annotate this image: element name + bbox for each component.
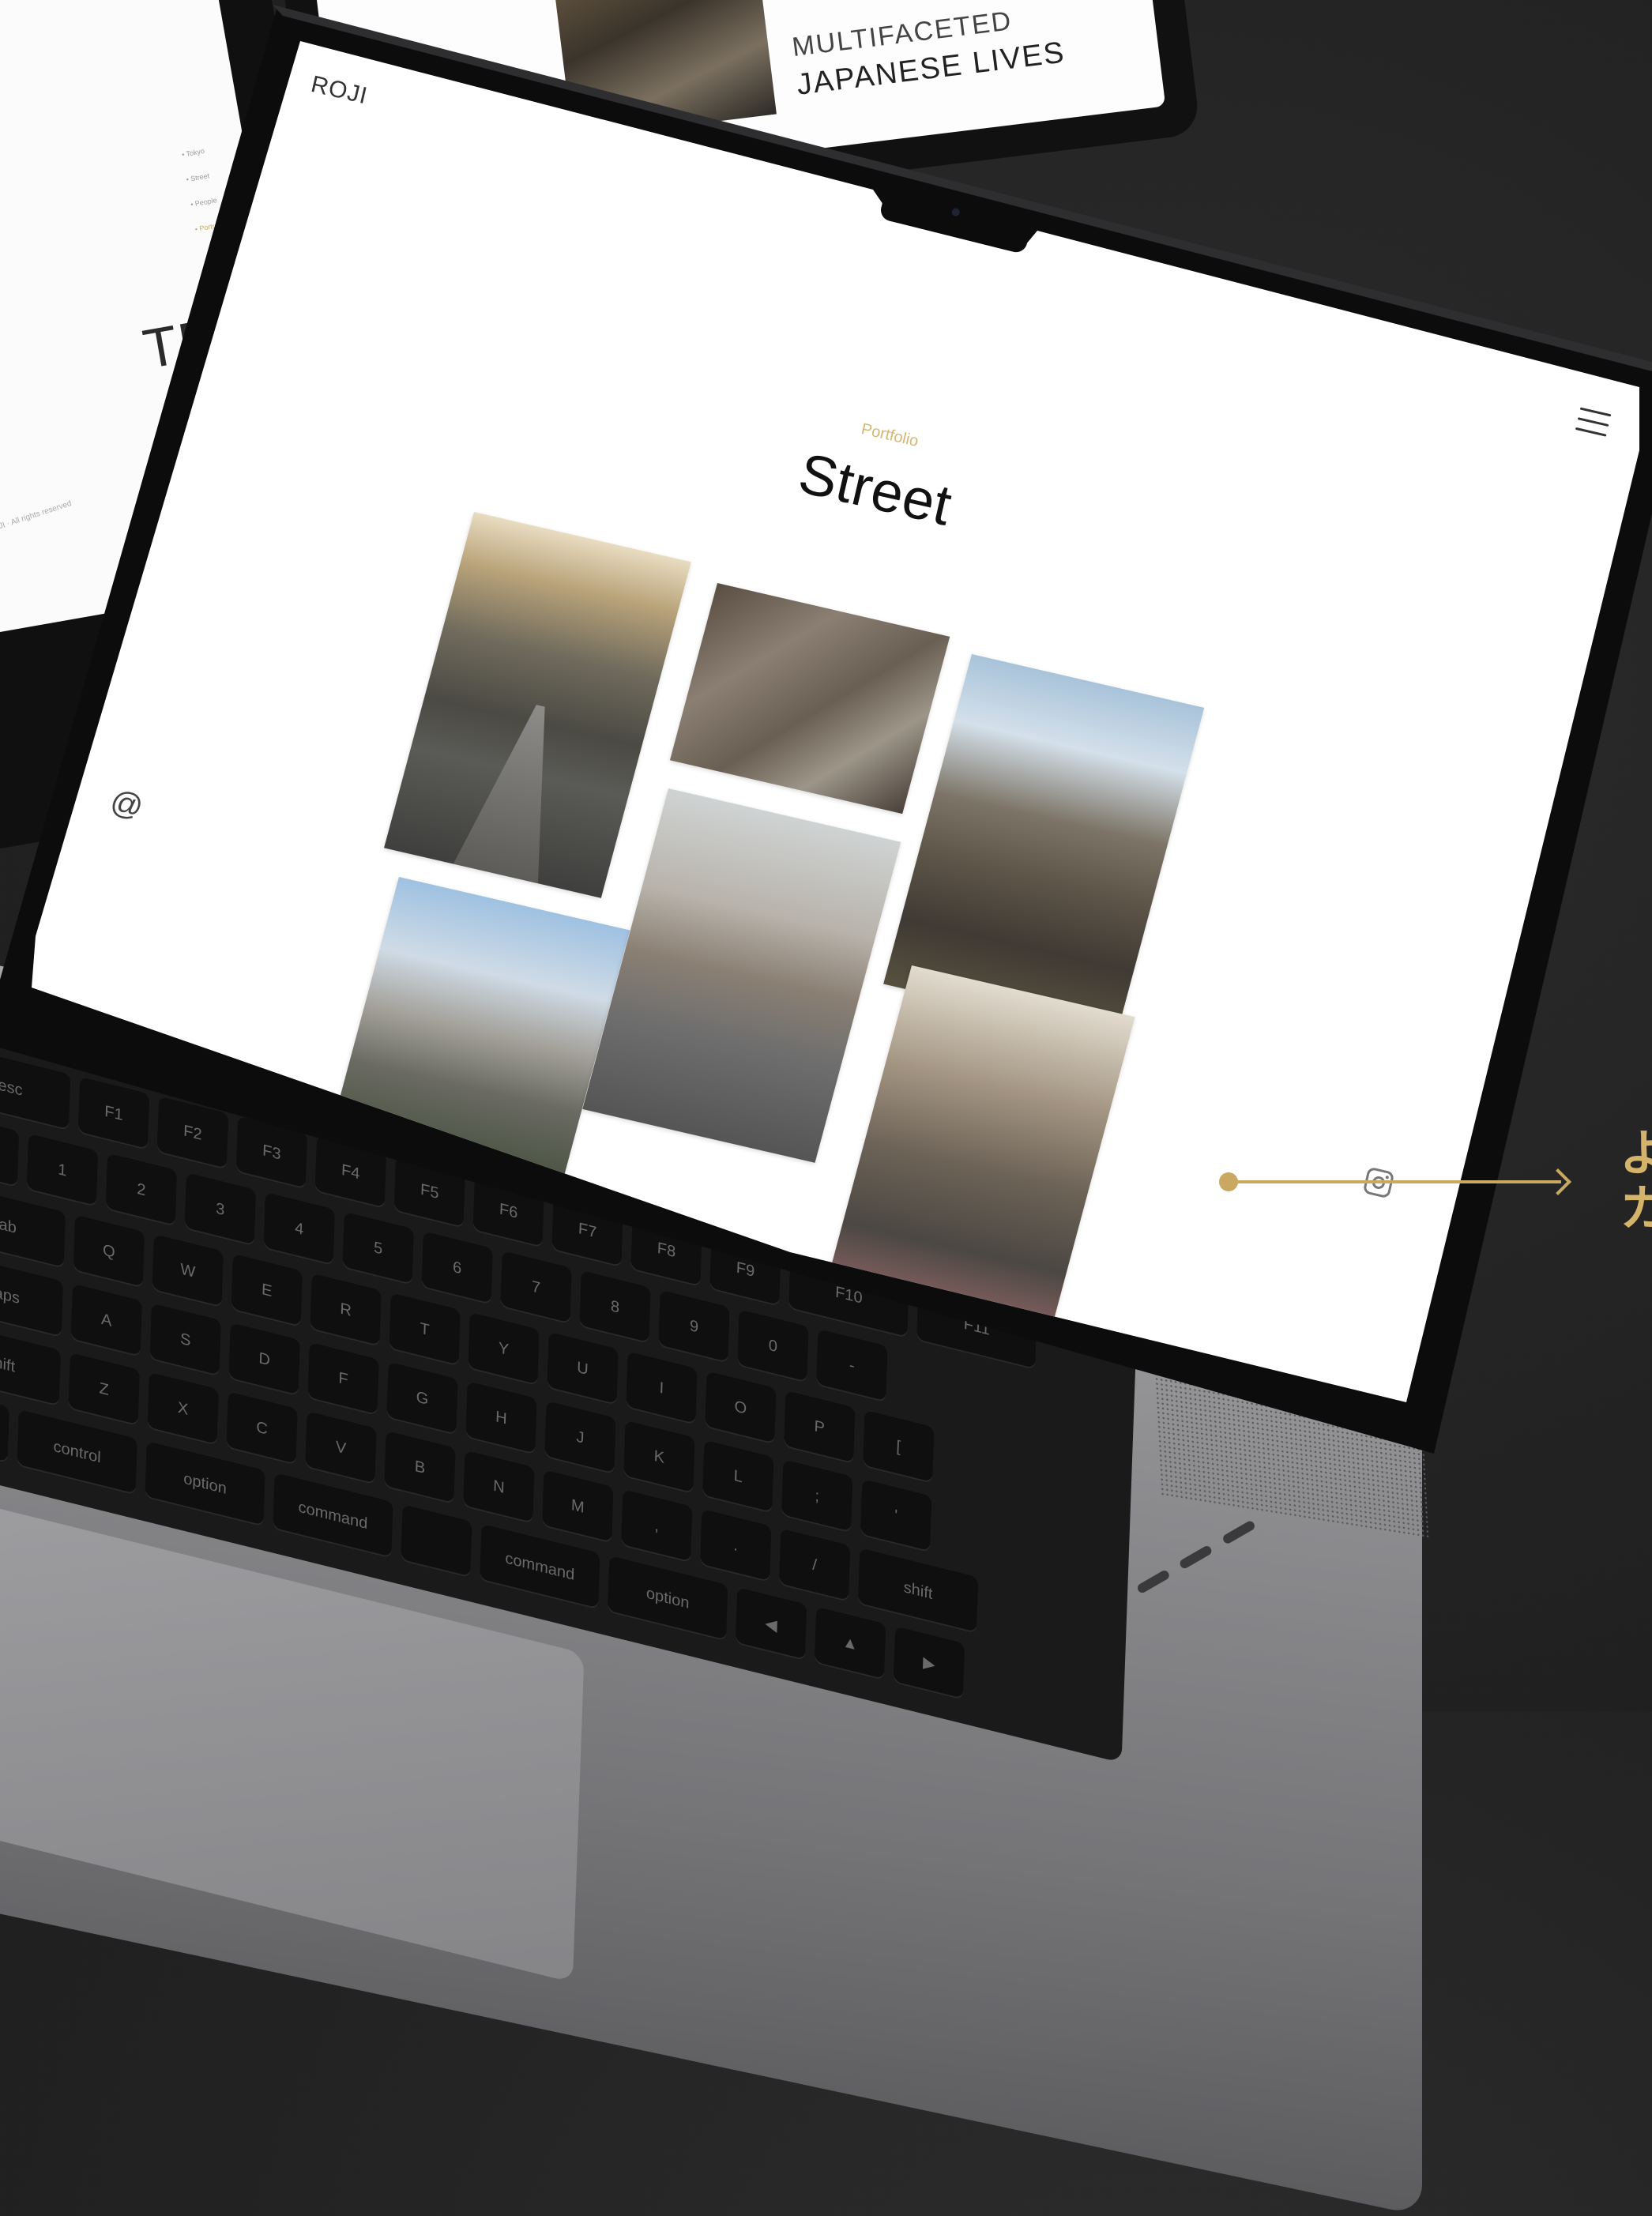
page-title: Street <box>792 441 958 538</box>
annotation-text: よ カ <box>1620 1124 1652 1237</box>
annotation-line <box>1229 1180 1561 1183</box>
email-icon[interactable]: @ <box>107 784 146 826</box>
scene: Tokyo Street People Portrait TRY © 2024 … <box>0 0 1652 2216</box>
menu-icon[interactable] <box>1575 407 1615 441</box>
site-logo[interactable]: ROJI <box>308 71 371 110</box>
menu-icon-bar <box>1575 427 1607 437</box>
menu-icon-bar <box>1577 417 1609 427</box>
web-page: ROJI Portfolio Street @ <box>0 0 1652 1712</box>
menu-icon-bar <box>1579 407 1612 417</box>
annotation-dot <box>1219 1172 1238 1191</box>
section-eyebrow: Portfolio <box>860 420 920 450</box>
